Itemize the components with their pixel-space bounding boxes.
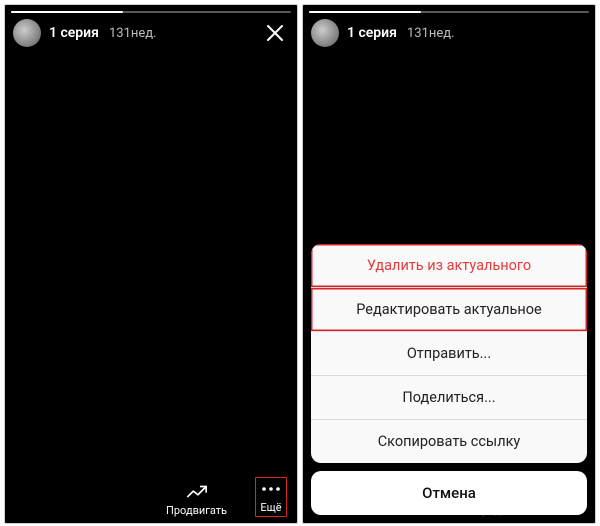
copy-link-button[interactable]: Скопировать ссылку — [311, 420, 587, 463]
more-button[interactable]: Ещё — [255, 477, 287, 517]
promote-button[interactable]: Продвигать — [166, 483, 227, 517]
action-sheet: Удалить из актуального Редактировать акт… — [303, 5, 595, 523]
promote-label: Продвигать — [166, 504, 227, 517]
story-progress-track — [11, 11, 291, 13]
right-story-screen: 1 серия 131нед. Продвигать Ещё — [302, 4, 596, 524]
close-icon — [265, 23, 285, 43]
story-footer: Продвигать Ещё — [5, 477, 297, 517]
more-label: Ещё — [260, 501, 281, 514]
story-title: 1 серия — [49, 25, 99, 41]
share-button[interactable]: Поделиться... — [311, 376, 587, 420]
cancel-button[interactable]: Отмена — [311, 471, 587, 515]
remove-from-highlight-button[interactable]: Удалить из актуального — [311, 244, 587, 288]
close-button[interactable] — [261, 19, 289, 47]
promote-icon — [186, 483, 208, 501]
story-time: 131нед. — [109, 26, 157, 41]
edit-highlight-button[interactable]: Редактировать актуальное — [311, 288, 587, 332]
story-progress-fill — [11, 11, 123, 13]
more-icon — [260, 480, 282, 498]
action-sheet-options: Удалить из актуального Редактировать акт… — [311, 244, 587, 463]
avatar[interactable] — [13, 19, 41, 47]
send-button[interactable]: Отправить... — [311, 332, 587, 376]
story-header: 1 серия 131нед. — [13, 19, 289, 47]
left-story-screen: 1 серия 131нед. Продвигать — [4, 4, 298, 524]
